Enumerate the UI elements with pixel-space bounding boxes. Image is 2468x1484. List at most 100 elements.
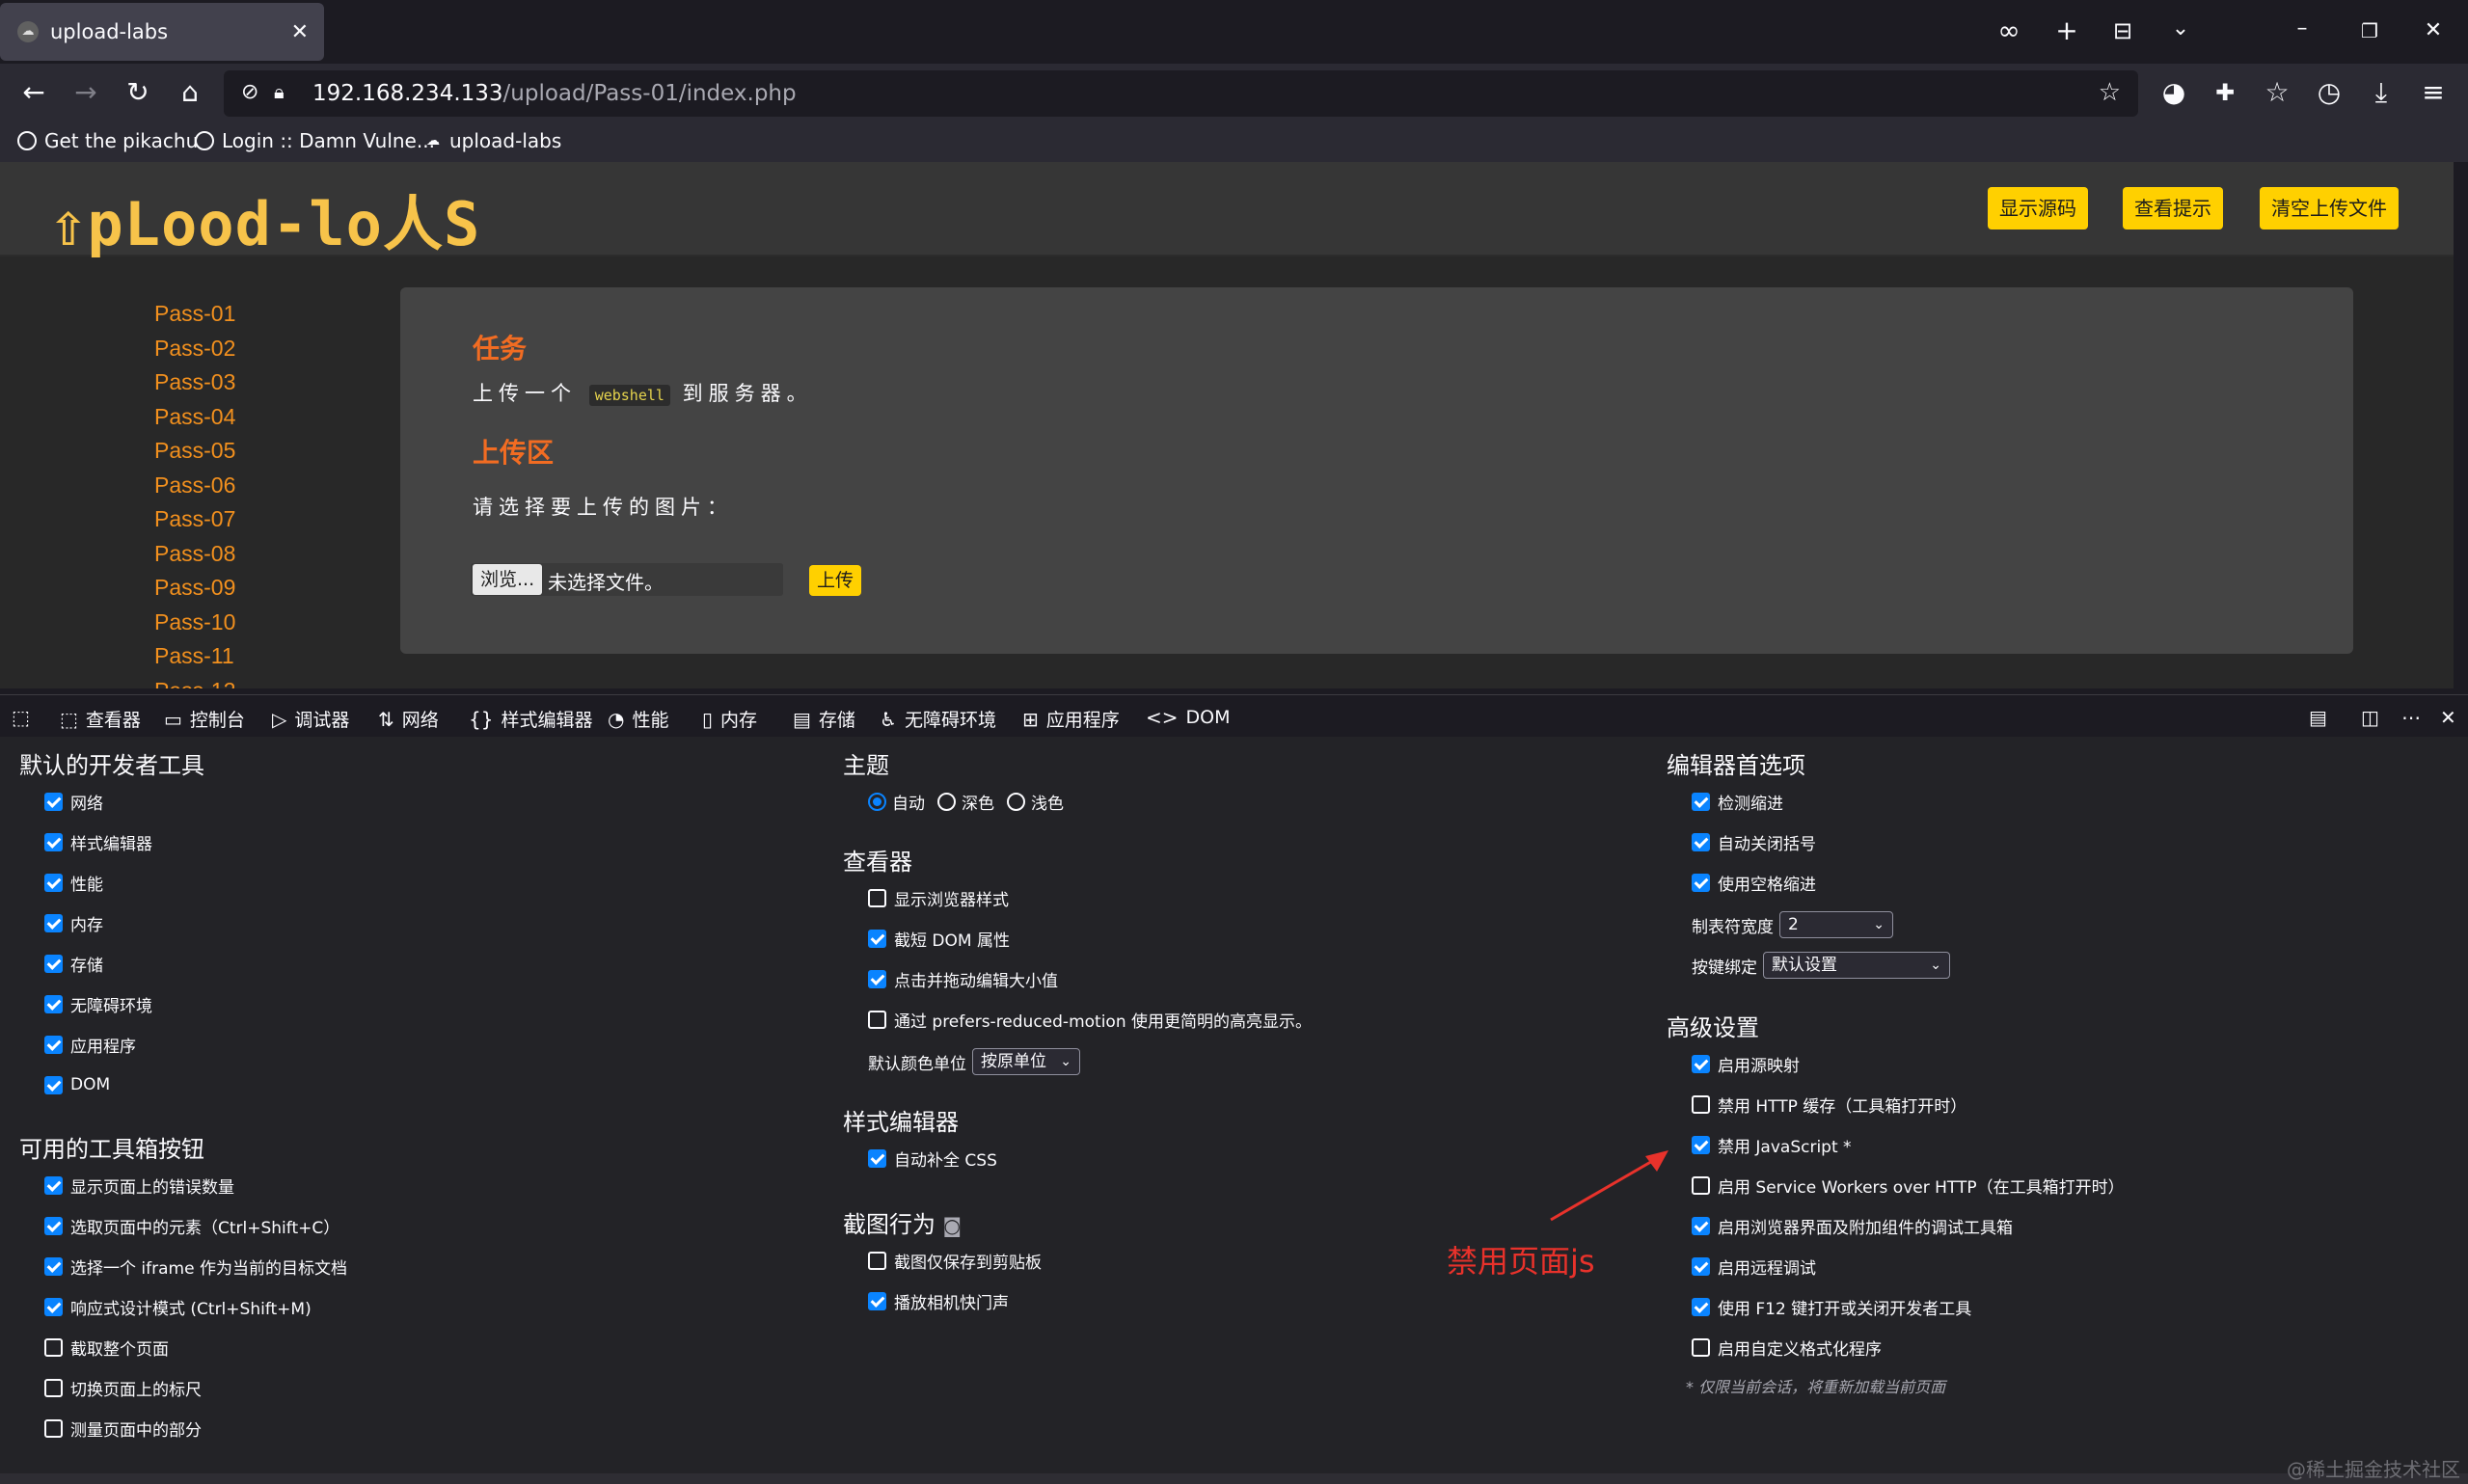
option-row[interactable]: 启用源映射 bbox=[1692, 1051, 1800, 1076]
option-row[interactable]: 选取页面中的元素（Ctrl+Shift+C） bbox=[44, 1213, 339, 1238]
pass-link[interactable]: Pass-02 bbox=[154, 332, 235, 366]
checkbox[interactable] bbox=[44, 913, 63, 932]
checkbox[interactable] bbox=[44, 1337, 63, 1357]
checkbox[interactable] bbox=[868, 1251, 886, 1270]
checkbox[interactable] bbox=[1692, 1256, 1710, 1276]
option-row[interactable]: 测量页面中的部分 bbox=[44, 1416, 202, 1441]
restore-icon[interactable]: ❐ bbox=[2353, 17, 2386, 44]
pass-link[interactable]: Pass-11 bbox=[154, 639, 235, 674]
checkbox[interactable] bbox=[44, 1256, 63, 1276]
tracking-protection-icon[interactable]: ⊘ bbox=[241, 80, 258, 104]
checkbox[interactable] bbox=[1692, 1216, 1710, 1235]
downloads-icon[interactable]: ⤓ bbox=[2365, 79, 2398, 106]
option-row[interactable]: 使用 F12 键打开或关闭开发者工具 bbox=[1692, 1294, 1971, 1319]
devtools-tab[interactable]: ▷ 调试器 bbox=[272, 706, 349, 732]
devtools-tab[interactable]: ♿︎ 无障碍环境 bbox=[880, 706, 996, 732]
option-row[interactable]: 应用程序 bbox=[44, 1032, 136, 1057]
theme-option[interactable]: 自动 bbox=[868, 789, 925, 814]
checkbox[interactable] bbox=[868, 1010, 886, 1029]
option-row[interactable]: 通过 prefers-reduced-motion 使用更简明的高亮显示。 bbox=[868, 1007, 1312, 1032]
checkbox[interactable] bbox=[868, 929, 886, 948]
checkbox[interactable] bbox=[1692, 1135, 1710, 1154]
checkbox[interactable] bbox=[1692, 1337, 1710, 1357]
checkbox[interactable] bbox=[44, 832, 63, 851]
pass-link[interactable]: Pass-09 bbox=[154, 571, 235, 606]
option-row[interactable]: 样式编辑器 bbox=[44, 829, 152, 854]
checkbox[interactable] bbox=[44, 1297, 63, 1316]
minimize-icon[interactable]: – bbox=[2286, 15, 2319, 42]
option-row[interactable]: 启用浏览器界面及附加组件的调试工具箱 bbox=[1692, 1213, 2013, 1238]
checkbox[interactable] bbox=[1692, 1175, 1710, 1195]
option-row[interactable]: 显示页面上的错误数量 bbox=[44, 1173, 234, 1198]
radio-button[interactable] bbox=[937, 792, 956, 811]
option-row[interactable]: 点击并拖动编辑大小值 bbox=[868, 966, 1058, 991]
checkbox[interactable] bbox=[44, 994, 63, 1013]
list-tabs-chevron-icon[interactable]: ⌄ bbox=[2164, 15, 2197, 42]
private-mask-icon[interactable]: ∞ bbox=[1993, 17, 2025, 44]
dock-icon[interactable]: ◫ bbox=[2361, 706, 2387, 729]
url-bar[interactable]: ⊘ 🔒︎ 192.168.234.133/upload/Pass-01/inde… bbox=[224, 70, 2138, 117]
option-row[interactable]: 检测缩进 bbox=[1692, 789, 1783, 814]
keybind-select[interactable]: 默认设置 ⌄ bbox=[1763, 952, 1950, 979]
option-row[interactable]: 启用 Service Workers over HTTP（在工具箱打开时） bbox=[1692, 1173, 2125, 1198]
theme-option[interactable]: 深色 bbox=[937, 789, 994, 814]
option-row[interactable]: 禁用 HTTP 缓存（工具箱打开时） bbox=[1692, 1092, 1966, 1117]
checkbox[interactable] bbox=[44, 792, 63, 811]
option-row[interactable]: 启用自定义格式化程序 bbox=[1692, 1335, 1882, 1360]
show-hint-button[interactable]: 查看提示 bbox=[2123, 187, 2223, 229]
pass-link[interactable]: Pass-08 bbox=[154, 537, 235, 572]
option-row[interactable]: 存储 bbox=[44, 951, 103, 976]
option-row[interactable]: 响应式设计模式 (Ctrl+Shift+M) bbox=[44, 1294, 312, 1319]
extension-avatar-icon[interactable]: ◕ bbox=[2157, 79, 2190, 106]
checkbox[interactable] bbox=[44, 1378, 63, 1397]
extensions-puzzle-icon[interactable]: ✚ bbox=[2209, 79, 2241, 106]
browse-button[interactable]: 浏览... bbox=[473, 564, 543, 595]
checkbox[interactable] bbox=[868, 1148, 886, 1168]
pass-link[interactable]: Pass-06 bbox=[154, 469, 235, 503]
option-row[interactable]: 无障碍环境 bbox=[44, 991, 152, 1016]
checkbox[interactable] bbox=[1692, 1094, 1710, 1114]
clear-uploads-button[interactable]: 清空上传文件 bbox=[2260, 187, 2399, 229]
split-console-icon[interactable]: ▤ bbox=[2309, 706, 2335, 729]
option-row[interactable]: 禁用 JavaScript * bbox=[1692, 1132, 1852, 1157]
checkbox[interactable] bbox=[868, 888, 886, 907]
option-row[interactable]: 截图仅保存到剪贴板 bbox=[868, 1248, 1042, 1273]
option-row[interactable]: 内存 bbox=[44, 910, 103, 935]
devtools-tab[interactable]: ▯ 内存 bbox=[702, 706, 757, 732]
option-row[interactable]: 截短 DOM 属性 bbox=[868, 926, 1010, 951]
checkbox[interactable] bbox=[1692, 792, 1710, 811]
tab-close-icon[interactable]: ✕ bbox=[291, 20, 309, 44]
checkbox[interactable] bbox=[868, 1291, 886, 1310]
checkbox[interactable] bbox=[1692, 873, 1710, 892]
bookmark-star-icon[interactable]: ☆ bbox=[2099, 78, 2121, 107]
color-unit-select[interactable]: 按原单位 ⌄ bbox=[972, 1048, 1080, 1075]
devtools-tab[interactable]: ◔ 性能 bbox=[608, 706, 668, 732]
devtools-tab[interactable]: ▤ 存储 bbox=[793, 706, 855, 732]
window-close-icon[interactable]: ✕ bbox=[2417, 17, 2450, 44]
checkbox[interactable] bbox=[44, 1216, 63, 1235]
option-row[interactable]: 网络 bbox=[44, 789, 103, 814]
more-options-icon[interactable]: ⋯ bbox=[2401, 706, 2428, 729]
home-icon[interactable]: ⌂ bbox=[174, 79, 206, 106]
devtools-tab[interactable]: ⬚ 查看器 bbox=[60, 706, 141, 732]
file-input[interactable]: 浏览... 未选择文件。 bbox=[471, 563, 783, 596]
bookmark-item[interactable]: Get the pikachu bbox=[17, 129, 198, 152]
checkbox[interactable] bbox=[44, 1175, 63, 1195]
devtools-tab[interactable]: ⇅ 网络 bbox=[378, 706, 439, 732]
lock-icon[interactable]: 🔒︎ bbox=[274, 80, 285, 103]
option-row[interactable]: 显示浏览器样式 bbox=[868, 885, 1009, 910]
forward-icon[interactable]: → bbox=[69, 79, 102, 106]
checkbox[interactable] bbox=[44, 1035, 63, 1054]
url-text[interactable]: 192.168.234.133/upload/Pass-01/index.php bbox=[312, 81, 797, 106]
checkbox[interactable] bbox=[1692, 1054, 1710, 1073]
checkbox[interactable] bbox=[44, 1075, 63, 1094]
option-row[interactable]: 截取整个页面 bbox=[44, 1335, 169, 1360]
pass-link[interactable]: Pass-12 bbox=[154, 674, 235, 689]
pass-link[interactable]: Pass-05 bbox=[154, 434, 235, 469]
tab-width-select[interactable]: 2 ⌄ bbox=[1779, 911, 1893, 938]
bookmark-item[interactable]: Login :: Damn Vulne... bbox=[195, 129, 435, 152]
pass-link[interactable]: Pass-10 bbox=[154, 606, 235, 640]
theme-option[interactable]: 浅色 bbox=[1007, 789, 1064, 814]
option-row[interactable]: 播放相机快门声 bbox=[868, 1288, 1009, 1313]
upload-button[interactable]: 上传 bbox=[809, 565, 862, 596]
